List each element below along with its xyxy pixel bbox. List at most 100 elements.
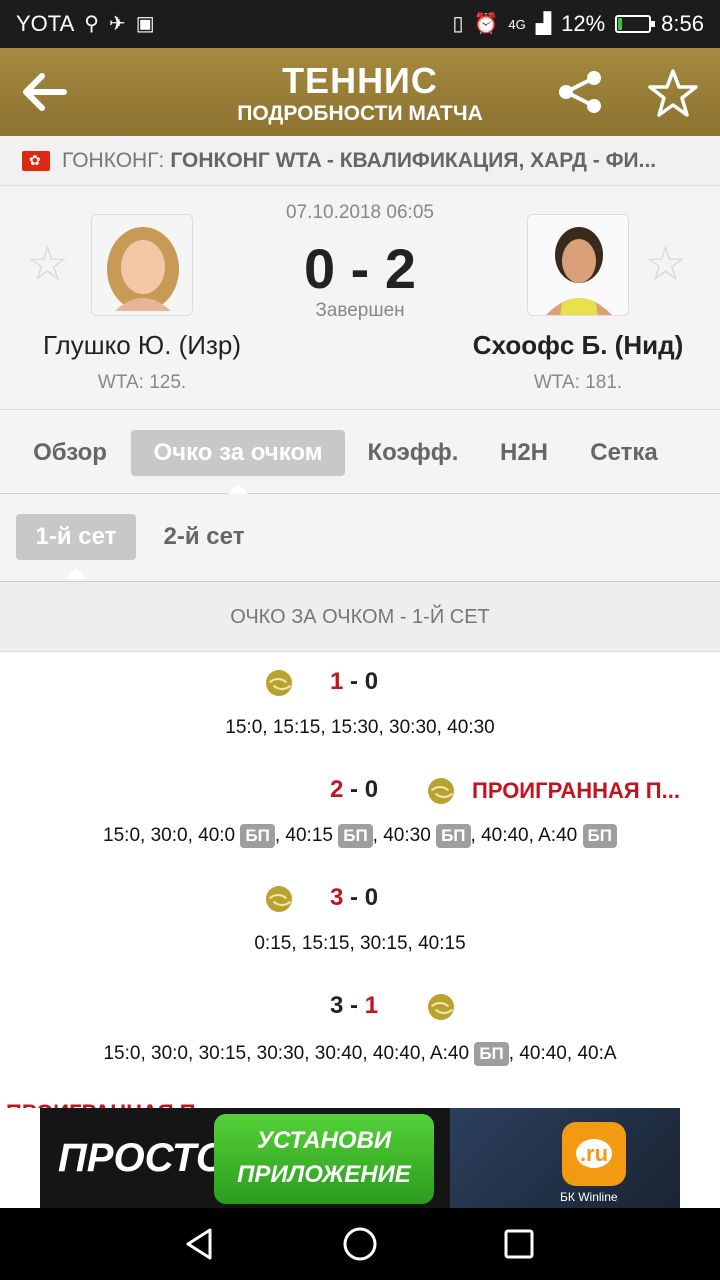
point: 40:40 [481,825,529,846]
point: 40:A [577,1043,617,1064]
break-point-badge: БП [582,824,617,848]
point: 30:15 [198,1043,247,1064]
game-home-score: 3 [330,992,344,1019]
battery-percent: 12% [561,11,606,36]
away-player-photo[interactable] [527,214,629,316]
point: 30:30 [256,1043,305,1064]
break-point-badge: БП [240,824,275,848]
game-home-score: 1 [330,668,344,695]
away-player-name[interactable]: Схоофс Б. (Нид) [428,330,720,361]
app-bar: ТЕННИС ПОДРОБНОСТИ МАТЧА [0,48,720,136]
ad-button-line2: ПРИЛОЖЕНИЕ [237,1161,411,1188]
breadcrumb-tournament: ГОНКОНГ WTA - КВАЛИФИКАЦИЯ, ХАРД - ФИ... [170,148,657,172]
tennis-ball-serve-icon [265,886,295,912]
home-player-name[interactable]: Глушко Ю. (Изр) [0,330,292,361]
game-home-score: 3 [330,884,344,911]
break-point-badge: БП [474,1042,509,1066]
ad-banner[interactable]: ПРОСТО УСТАНОВИ ПРИЛОЖЕНИЕ .ru БК Winlin… [40,1108,680,1208]
game-points: 15:0, 30:0, 30:15, 30:30, 30:40, 40:40, … [103,1042,617,1066]
game-away-score: 0 [364,668,379,695]
ad-button-line1: УСТАНОВИ [256,1127,392,1154]
tab-point-by-point[interactable]: Очко за очком [131,430,345,476]
away-favorite-star-icon[interactable]: ☆ [644,236,687,292]
match-tabs: Обзор Очко за очком Коэфф. H2H Сетка [0,410,720,495]
breadcrumb-country: ГОНКОНГ: [62,148,165,172]
tab-set-1[interactable]: 1-й сет [16,514,136,560]
set-tabs: 1-й сет 2-й сет [0,494,720,582]
nav-back-icon[interactable] [182,1226,218,1262]
app-subtitle: ПОДРОБНОСТИ МАТЧА [237,102,483,125]
game-points: 0:15, 15:15, 30:15, 40:15 [254,933,466,954]
tab-h2h[interactable]: H2H [484,430,564,476]
tournament-breadcrumb[interactable]: ГОНКОНГ: ГОНКОНГ WTA - КВАЛИФИКАЦИЯ, ХАР… [0,136,720,186]
point: A:40 [538,825,578,846]
point: 30:40 [314,1043,363,1064]
ad-install-button[interactable]: УСТАНОВИ ПРИЛОЖЕНИЕ [214,1114,434,1204]
point: 15:0 [103,825,141,846]
point: 0:15 [254,933,292,954]
system-nav-bar [0,1208,720,1280]
tennis-ball-serve-icon [427,778,457,804]
lost-serve-label: ПРОИГРАННАЯ П... [472,778,680,803]
share-icon[interactable] [558,70,602,114]
point: 15:0 [103,1043,141,1064]
point: 40:15 [285,825,333,846]
game-points: 15:0, 15:15, 15:30, 30:30, 40:30 [225,717,495,738]
nav-recents-icon[interactable] [503,1228,535,1260]
tab-odds[interactable]: Коэфф. [356,430,470,476]
games-list: 1 - 0 15:0, 15:15, 15:30, 30:30, 40:30 2… [0,652,720,1108]
ad-logo-text: .ru [575,1139,613,1168]
tab-overview[interactable]: Обзор [18,430,122,476]
point: 15:30 [330,717,379,738]
ad-text: ПРОСТО [58,1136,227,1180]
active-set-caret [64,567,88,579]
point: 40:30 [447,717,495,738]
star-outline-icon[interactable] [648,68,698,118]
lost-serve-label: ПРОИГРАННАЯ П... [6,1100,214,1108]
game-away-score: 0 [364,776,379,803]
vibrate-icon: ▯ [452,13,464,35]
telegram-icon: ✈ [108,13,126,35]
clock: 8:56 [661,11,704,36]
point: 30:0 [150,825,188,846]
search-icon: ⚲ [84,13,99,35]
point: 30:0 [151,1043,188,1064]
ad-caption: БК Winline [560,1190,618,1204]
game-away-score: 0 [364,884,379,911]
game-away-score: 1 [364,992,379,1019]
point: 30:15 [360,933,408,954]
point: A:40 [429,1043,470,1064]
game-score: 1 - 0 [330,668,379,695]
game-score: 2 - 0 [330,776,379,803]
tennis-ball-serve-icon [265,670,295,696]
break-point-badge: БП [436,824,471,848]
ad-app-logo: .ru [562,1122,626,1186]
game-home-score: 2 [330,776,344,803]
point: 40:40 [372,1043,421,1064]
point: 15:15 [301,933,350,954]
app-notification-icon: ▣ [135,13,155,35]
nav-home-icon[interactable] [342,1226,378,1262]
network-label: 4G [508,16,526,32]
point: 15:15 [272,717,321,738]
game-points: 15:0, 30:0, 40:0 БП, 40:15 БП, 40:30 БП,… [0,824,720,848]
match-header: ☆ Глушко Ю. (Изр) WTA: 125. 07.10.2018 0… [0,186,720,410]
hong-kong-flag-icon [22,150,50,171]
tab-draw[interactable]: Сетка [576,430,672,476]
tennis-ball-serve-icon [427,994,457,1020]
away-player-avatar [528,215,628,315]
alarm-icon: ⏰ [473,13,499,35]
point: 40:15 [418,933,466,954]
battery-level [618,18,622,30]
point: 40:0 [198,825,236,846]
away-player-rank: WTA: 181. [533,372,623,393]
app-title: ТЕННИС [282,60,438,101]
signal-icon: ▟ [535,13,552,35]
break-point-badge: БП [338,824,373,848]
point: 15:0 [225,717,263,738]
point: 40:40 [519,1043,567,1064]
game-score: 3 - 1 [330,992,379,1019]
point: 30:30 [389,717,437,738]
carrier-label: YOTA [16,11,75,36]
tab-set-2[interactable]: 2-й сет [146,514,262,560]
